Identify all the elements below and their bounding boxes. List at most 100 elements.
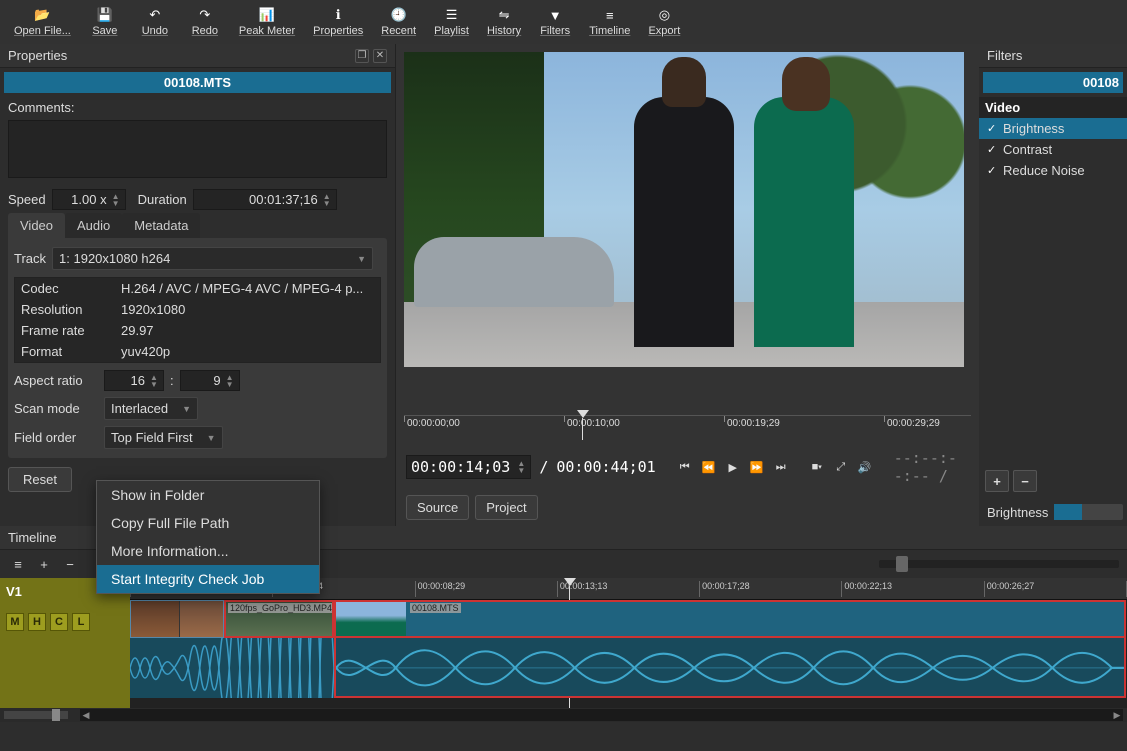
skip-prev-button[interactable]: ⏮ bbox=[674, 457, 696, 477]
aspect-label: Aspect ratio bbox=[14, 373, 98, 388]
context-menu-item-copy-full-file-path[interactable]: Copy Full File Path bbox=[97, 509, 319, 537]
tc-sep: / bbox=[539, 458, 548, 476]
fastfwd-button[interactable]: ⏩ bbox=[746, 457, 768, 477]
toolbar-history[interactable]: ⇋History bbox=[481, 2, 527, 42]
filters-clip-title: 00108 bbox=[983, 72, 1123, 93]
speed-input[interactable]: ▲▼ bbox=[52, 189, 126, 210]
toolbar-filters[interactable]: ▼Filters bbox=[533, 2, 577, 42]
volume-button[interactable]: 🔊 bbox=[854, 457, 876, 477]
ruler-tick: 00:00:00;00 bbox=[404, 416, 460, 422]
timeline-zoom-slider-small[interactable] bbox=[4, 711, 68, 719]
track-badge-h[interactable]: H bbox=[28, 613, 46, 631]
toolbar-open-file[interactable]: 📂Open File... bbox=[8, 2, 77, 42]
toolbar-properties[interactable]: ℹProperties bbox=[307, 2, 369, 42]
checkmark-icon: ✓ bbox=[987, 122, 997, 135]
filters-icon: ▼ bbox=[545, 7, 565, 23]
tab-audio[interactable]: Audio bbox=[65, 213, 122, 238]
rewind-button[interactable]: ⏪ bbox=[698, 457, 720, 477]
playlist-icon: ☰ bbox=[442, 7, 462, 23]
toolbar-peak-meter[interactable]: 📊Peak Meter bbox=[233, 2, 301, 42]
track-header-v1: V1 MHCL bbox=[0, 578, 130, 708]
save-icon: 💾 bbox=[95, 7, 115, 23]
timeline-scrollbar[interactable]: ◀▶ bbox=[80, 709, 1123, 721]
remove-filter-button[interactable]: − bbox=[1013, 470, 1037, 492]
timeline-tick: 00:00:22;13 bbox=[841, 581, 892, 597]
duration-input[interactable]: ▲▼ bbox=[193, 189, 337, 210]
properties-icon: ℹ bbox=[328, 7, 348, 23]
play-button[interactable]: ▶ bbox=[722, 457, 744, 477]
toolbar-undo[interactable]: ↶Undo bbox=[133, 2, 177, 42]
toolbar-export[interactable]: ◎Export bbox=[642, 2, 686, 42]
peak-meter-icon: 📊 bbox=[257, 7, 277, 23]
timeline-clip-2[interactable]: 120fps_GoPro_HD3.MP4 bbox=[224, 600, 334, 638]
filter-item-reduce-noise[interactable]: ✓Reduce Noise bbox=[979, 160, 1127, 181]
context-menu-item-show-in-folder[interactable]: Show in Folder bbox=[97, 481, 319, 509]
aspect-w-input[interactable]: ▲▼ bbox=[104, 370, 164, 391]
context-menu-item-more-information[interactable]: More Information... bbox=[97, 537, 319, 565]
filters-panel-title: Filters bbox=[987, 48, 1022, 63]
timeline-zoom-slider[interactable] bbox=[879, 560, 1119, 568]
aspect-h-input[interactable]: ▲▼ bbox=[180, 370, 240, 391]
stop-button[interactable]: ■▾ bbox=[806, 457, 828, 477]
main-toolbar: 📂Open File...💾Save↶Undo↷Redo📊Peak Meterℹ… bbox=[0, 0, 1127, 44]
tab-metadata[interactable]: Metadata bbox=[122, 213, 200, 238]
track-badge-c[interactable]: C bbox=[50, 613, 68, 631]
panel-close-icon[interactable]: ✕ bbox=[373, 49, 387, 63]
filter-group-video: Video bbox=[979, 97, 1127, 118]
reset-button[interactable]: Reset bbox=[8, 467, 72, 492]
field-label: Field order bbox=[14, 430, 98, 445]
timecode-input[interactable]: 00:00:14;03▲▼ bbox=[406, 455, 531, 479]
track-badge-l[interactable]: L bbox=[72, 613, 90, 631]
timeline-menu-button[interactable]: ≡ bbox=[8, 554, 28, 574]
aspect-sep: : bbox=[170, 373, 174, 388]
preview-panel: 00:00:00;0000:00:10;0000:00:19;2900:00:2… bbox=[396, 44, 979, 526]
timeline-playhead-icon[interactable] bbox=[564, 578, 576, 586]
source-tab[interactable]: Source bbox=[406, 495, 469, 520]
history-icon: ⇋ bbox=[494, 7, 514, 23]
project-tab[interactable]: Project bbox=[475, 495, 537, 520]
tc-remain: --:--:--:-- / bbox=[894, 449, 969, 485]
skip-next-button[interactable]: ⏭ bbox=[770, 457, 792, 477]
recent-icon: 🕘 bbox=[389, 7, 409, 23]
comments-input[interactable] bbox=[8, 120, 387, 178]
toolbar-redo[interactable]: ↷Redo bbox=[183, 2, 227, 42]
video-preview[interactable] bbox=[404, 52, 964, 367]
toolbar-save[interactable]: 💾Save bbox=[83, 2, 127, 42]
table-row: Formatyuv420p bbox=[15, 341, 380, 362]
filter-item-contrast[interactable]: ✓Contrast bbox=[979, 139, 1127, 160]
track-badge-m[interactable]: M bbox=[6, 613, 24, 631]
open-file--icon: 📂 bbox=[32, 7, 52, 23]
scan-dropdown[interactable]: Interlaced▼ bbox=[104, 397, 198, 420]
properties-panel: Properties ❐ ✕ 00108.MTS Comments: Speed… bbox=[0, 44, 396, 526]
tc-total: 00:00:44;01 bbox=[556, 458, 655, 476]
timeline-panel-title: Timeline bbox=[8, 530, 57, 545]
toolbar-playlist[interactable]: ☰Playlist bbox=[428, 2, 475, 42]
audio-clip-1[interactable] bbox=[130, 638, 334, 698]
filter-item-brightness[interactable]: ✓Brightness bbox=[979, 118, 1127, 139]
toolbar-recent[interactable]: 🕘Recent bbox=[375, 2, 422, 42]
speed-label: Speed bbox=[8, 192, 46, 207]
timeline-clip-3[interactable]: 00108.MTS bbox=[334, 600, 1126, 638]
audio-clip-2[interactable] bbox=[334, 638, 1126, 698]
checkmark-icon: ✓ bbox=[987, 143, 997, 156]
export-icon: ◎ bbox=[654, 7, 674, 23]
ruler-tick: 00:00:19;29 bbox=[724, 416, 780, 422]
playhead-icon[interactable] bbox=[577, 410, 589, 418]
timeline-tick: 00:00:08;29 bbox=[415, 581, 466, 597]
track-dropdown[interactable]: 1: 1920x1080 h264▼ bbox=[52, 247, 373, 270]
field-dropdown[interactable]: Top Field First▼ bbox=[104, 426, 223, 449]
timeline-clip-1[interactable] bbox=[130, 600, 224, 638]
brightness-slider[interactable] bbox=[1054, 504, 1123, 520]
context-menu-item-start-integrity-check-job[interactable]: Start Integrity Check Job bbox=[97, 565, 319, 593]
add-filter-button[interactable]: + bbox=[985, 470, 1009, 492]
timeline-add-button[interactable]: + bbox=[34, 554, 54, 574]
timeline-track-area[interactable]: 00:00:00;0000:00:04;1400:00:08;2900:00:1… bbox=[130, 578, 1127, 708]
timeline-remove-button[interactable]: − bbox=[60, 554, 80, 574]
playback-ruler[interactable]: 00:00:00;0000:00:10;0000:00:19;2900:00:2… bbox=[404, 415, 971, 445]
filters-panel: Filters 00108 Video ✓Brightness✓Contrast… bbox=[979, 44, 1127, 526]
brightness-label: Brightness bbox=[987, 505, 1048, 520]
toolbar-timeline[interactable]: ≡Timeline bbox=[583, 2, 636, 42]
panel-undock-icon[interactable]: ❐ bbox=[355, 49, 369, 63]
tab-video[interactable]: Video bbox=[8, 213, 65, 238]
zoom-button[interactable]: ⤢ bbox=[830, 457, 852, 477]
